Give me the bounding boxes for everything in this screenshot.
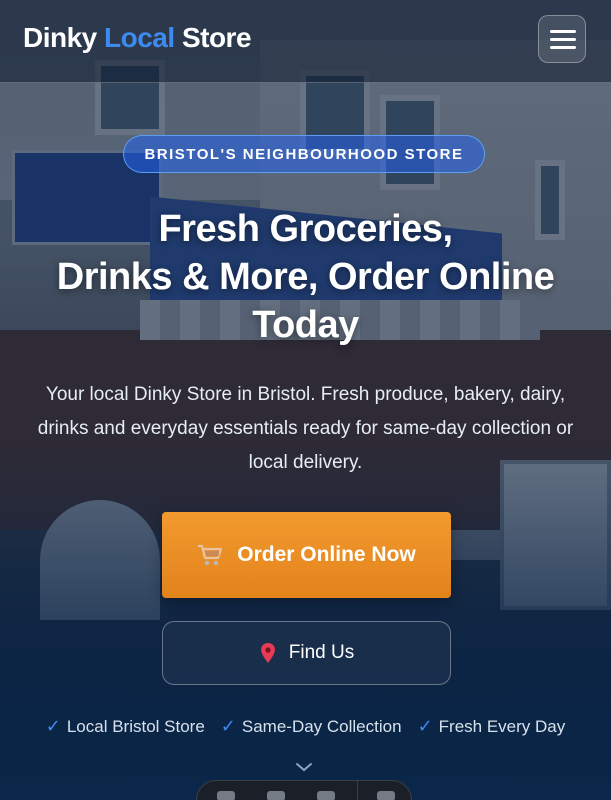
feature-list: ✓ Local Bristol Store ✓ Same-Day Collect… [0, 716, 611, 737]
find-us-label: Find Us [288, 642, 355, 663]
toolbar-icon[interactable] [217, 791, 235, 800]
toolbar-icon[interactable] [377, 791, 395, 800]
menu-toggle-button[interactable] [538, 15, 586, 63]
map-pin-icon [259, 642, 277, 664]
headline-line-3: Today [252, 304, 359, 346]
hero-badge: BRISTOL'S NEIGHBOURHOOD STORE [123, 135, 485, 173]
bottom-toolbar [196, 780, 412, 800]
find-us-button[interactable]: Find Us [162, 621, 451, 685]
feature-label: Local Bristol Store [66, 716, 205, 736]
hamburger-icon [550, 30, 576, 33]
toolbar-icon[interactable] [317, 791, 335, 800]
chevron-down-icon[interactable] [295, 760, 313, 772]
brand-part-1: Dinky [23, 22, 97, 53]
feature-item: ✓ Local Bristol Store [46, 716, 205, 737]
toolbar-divider [357, 781, 358, 800]
check-icon: ✓ [45, 716, 61, 736]
feature-label: Same-Day Collection [241, 716, 402, 736]
navbar: Dinky Local Store [0, 0, 611, 83]
feature-item: ✓ Fresh Every Day [418, 716, 566, 737]
headline-line-2: Drinks & More, Order Online [56, 256, 555, 298]
feature-item: ✓ Same-Day Collection [221, 716, 402, 737]
hero-headline: Fresh Groceries, Drinks & More, Order On… [20, 205, 591, 349]
order-online-label: Order Online Now [237, 543, 416, 566]
brand-logo[interactable]: Dinky Local Store [23, 22, 252, 54]
shopping-cart-icon [197, 543, 223, 567]
hamburger-icon-bar [550, 46, 576, 49]
check-icon: ✓ [417, 716, 433, 736]
headline-line-1: Fresh Groceries, [158, 208, 453, 250]
feature-label: Fresh Every Day [438, 716, 566, 736]
brand-part-2: Local [104, 22, 175, 53]
toolbar-icon[interactable] [267, 791, 285, 800]
check-icon: ✓ [220, 716, 236, 736]
hamburger-icon-bar [550, 38, 576, 41]
order-online-button[interactable]: Order Online Now [162, 512, 451, 598]
brand-part-3: Store [181, 22, 252, 53]
hero-subtext: Your local Dinky Store in Bristol. Fresh… [37, 384, 574, 473]
